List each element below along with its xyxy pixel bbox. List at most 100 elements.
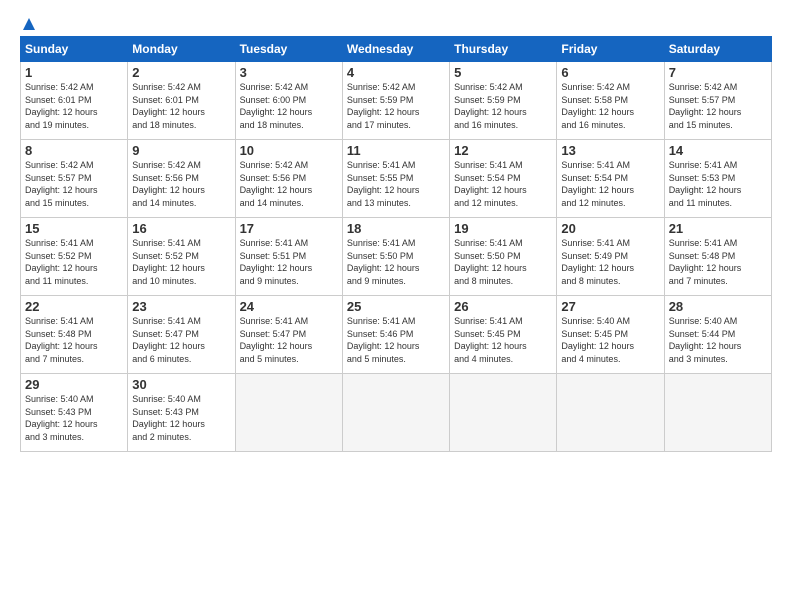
day-number: 13	[561, 143, 659, 158]
calendar-day: 26Sunrise: 5:41 AMSunset: 5:45 PMDayligh…	[450, 296, 557, 374]
calendar-week-row: 8Sunrise: 5:42 AMSunset: 5:57 PMDaylight…	[21, 140, 772, 218]
day-info: Sunrise: 5:42 AMSunset: 6:00 PMDaylight:…	[240, 81, 338, 131]
calendar-day: 2Sunrise: 5:42 AMSunset: 6:01 PMDaylight…	[128, 62, 235, 140]
calendar-page: SundayMondayTuesdayWednesdayThursdayFrid…	[0, 0, 792, 612]
day-number: 15	[25, 221, 123, 236]
day-info: Sunrise: 5:42 AMSunset: 5:56 PMDaylight:…	[132, 159, 230, 209]
day-number: 11	[347, 143, 445, 158]
day-number: 21	[669, 221, 767, 236]
day-info: Sunrise: 5:41 AMSunset: 5:45 PMDaylight:…	[454, 315, 552, 365]
calendar-day: 14Sunrise: 5:41 AMSunset: 5:53 PMDayligh…	[664, 140, 771, 218]
day-number: 29	[25, 377, 123, 392]
calendar-day: 23Sunrise: 5:41 AMSunset: 5:47 PMDayligh…	[128, 296, 235, 374]
calendar-day: 7Sunrise: 5:42 AMSunset: 5:57 PMDaylight…	[664, 62, 771, 140]
calendar-day: 18Sunrise: 5:41 AMSunset: 5:50 PMDayligh…	[342, 218, 449, 296]
calendar-table: SundayMondayTuesdayWednesdayThursdayFrid…	[20, 36, 772, 452]
day-number: 19	[454, 221, 552, 236]
day-number: 3	[240, 65, 338, 80]
day-number: 24	[240, 299, 338, 314]
calendar-day: 5Sunrise: 5:42 AMSunset: 5:59 PMDaylight…	[450, 62, 557, 140]
day-info: Sunrise: 5:41 AMSunset: 5:54 PMDaylight:…	[454, 159, 552, 209]
day-info: Sunrise: 5:41 AMSunset: 5:50 PMDaylight:…	[454, 237, 552, 287]
day-number: 20	[561, 221, 659, 236]
calendar-day: 28Sunrise: 5:40 AMSunset: 5:44 PMDayligh…	[664, 296, 771, 374]
calendar-day: 11Sunrise: 5:41 AMSunset: 5:55 PMDayligh…	[342, 140, 449, 218]
weekday-header: Tuesday	[235, 37, 342, 62]
day-number: 5	[454, 65, 552, 80]
calendar-day-empty	[450, 374, 557, 452]
weekday-header: Thursday	[450, 37, 557, 62]
calendar-day: 27Sunrise: 5:40 AMSunset: 5:45 PMDayligh…	[557, 296, 664, 374]
calendar-day: 3Sunrise: 5:42 AMSunset: 6:00 PMDaylight…	[235, 62, 342, 140]
calendar-day: 12Sunrise: 5:41 AMSunset: 5:54 PMDayligh…	[450, 140, 557, 218]
day-number: 12	[454, 143, 552, 158]
day-number: 1	[25, 65, 123, 80]
day-info: Sunrise: 5:40 AMSunset: 5:43 PMDaylight:…	[25, 393, 123, 443]
day-info: Sunrise: 5:42 AMSunset: 6:01 PMDaylight:…	[132, 81, 230, 131]
day-number: 7	[669, 65, 767, 80]
day-info: Sunrise: 5:42 AMSunset: 5:56 PMDaylight:…	[240, 159, 338, 209]
weekday-header: Wednesday	[342, 37, 449, 62]
calendar-day-empty	[664, 374, 771, 452]
calendar-day: 22Sunrise: 5:41 AMSunset: 5:48 PMDayligh…	[21, 296, 128, 374]
calendar-day: 30Sunrise: 5:40 AMSunset: 5:43 PMDayligh…	[128, 374, 235, 452]
calendar-day: 21Sunrise: 5:41 AMSunset: 5:48 PMDayligh…	[664, 218, 771, 296]
calendar-day: 16Sunrise: 5:41 AMSunset: 5:52 PMDayligh…	[128, 218, 235, 296]
day-info: Sunrise: 5:41 AMSunset: 5:46 PMDaylight:…	[347, 315, 445, 365]
calendar-day: 13Sunrise: 5:41 AMSunset: 5:54 PMDayligh…	[557, 140, 664, 218]
day-info: Sunrise: 5:40 AMSunset: 5:45 PMDaylight:…	[561, 315, 659, 365]
day-number: 22	[25, 299, 123, 314]
weekday-header: Friday	[557, 37, 664, 62]
day-info: Sunrise: 5:42 AMSunset: 5:58 PMDaylight:…	[561, 81, 659, 131]
day-info: Sunrise: 5:41 AMSunset: 5:48 PMDaylight:…	[25, 315, 123, 365]
day-number: 4	[347, 65, 445, 80]
calendar-day: 4Sunrise: 5:42 AMSunset: 5:59 PMDaylight…	[342, 62, 449, 140]
calendar-day: 25Sunrise: 5:41 AMSunset: 5:46 PMDayligh…	[342, 296, 449, 374]
calendar-day: 6Sunrise: 5:42 AMSunset: 5:58 PMDaylight…	[557, 62, 664, 140]
calendar-day: 10Sunrise: 5:42 AMSunset: 5:56 PMDayligh…	[235, 140, 342, 218]
day-number: 28	[669, 299, 767, 314]
day-info: Sunrise: 5:41 AMSunset: 5:50 PMDaylight:…	[347, 237, 445, 287]
day-info: Sunrise: 5:42 AMSunset: 5:59 PMDaylight:…	[347, 81, 445, 131]
day-number: 27	[561, 299, 659, 314]
day-number: 10	[240, 143, 338, 158]
day-number: 6	[561, 65, 659, 80]
weekday-header: Monday	[128, 37, 235, 62]
calendar-week-row: 29Sunrise: 5:40 AMSunset: 5:43 PMDayligh…	[21, 374, 772, 452]
calendar-day: 29Sunrise: 5:40 AMSunset: 5:43 PMDayligh…	[21, 374, 128, 452]
day-number: 17	[240, 221, 338, 236]
calendar-week-row: 15 Sunrise: 5:41 AMSunset: 5:52 PMDayligh…	[21, 218, 772, 296]
calendar-day-empty	[342, 374, 449, 452]
day-info: Sunrise: 5:42 AMSunset: 5:57 PMDaylight:…	[669, 81, 767, 131]
day-info: Sunrise: 5:41 AMSunset: 5:52 PMDaylight:…	[132, 237, 230, 287]
day-info: Sunrise: 5:41 AMSunset: 5:53 PMDaylight:…	[669, 159, 767, 209]
day-number: 23	[132, 299, 230, 314]
day-number: 18	[347, 221, 445, 236]
calendar-day: 8Sunrise: 5:42 AMSunset: 5:57 PMDaylight…	[21, 140, 128, 218]
day-info: Sunrise: 5:42 AMSunset: 5:59 PMDaylight:…	[454, 81, 552, 131]
calendar-day-empty	[557, 374, 664, 452]
day-number: 30	[132, 377, 230, 392]
day-info: Sunrise: 5:41 AMSunset: 5:47 PMDaylight:…	[240, 315, 338, 365]
day-info: Sunrise: 5:41 AMSunset: 5:51 PMDaylight:…	[240, 237, 338, 287]
day-info: Sunrise: 5:41 AMSunset: 5:48 PMDaylight:…	[669, 237, 767, 287]
day-number: 2	[132, 65, 230, 80]
calendar-week-row: 1 Sunrise: 5:42 AMSunset: 6:01 PMDaylight…	[21, 62, 772, 140]
logo-icon	[21, 16, 37, 32]
calendar-day: 15Sunrise: 5:41 AMSunset: 5:52 PMDayligh…	[21, 218, 128, 296]
day-info: Sunrise: 5:41 AMSunset: 5:49 PMDaylight:…	[561, 237, 659, 287]
day-info: Sunrise: 5:41 AMSunset: 5:54 PMDaylight:…	[561, 159, 659, 209]
calendar-day: 17Sunrise: 5:41 AMSunset: 5:51 PMDayligh…	[235, 218, 342, 296]
day-number: 25	[347, 299, 445, 314]
day-number: 14	[669, 143, 767, 158]
day-number: 26	[454, 299, 552, 314]
day-number: 9	[132, 143, 230, 158]
logo	[20, 16, 38, 28]
day-number: 16	[132, 221, 230, 236]
calendar-day: 20Sunrise: 5:41 AMSunset: 5:49 PMDayligh…	[557, 218, 664, 296]
weekday-header: Sunday	[21, 37, 128, 62]
calendar-day: 9Sunrise: 5:42 AMSunset: 5:56 PMDaylight…	[128, 140, 235, 218]
weekday-header: Saturday	[664, 37, 771, 62]
calendar-day: 24Sunrise: 5:41 AMSunset: 5:47 PMDayligh…	[235, 296, 342, 374]
day-info: Sunrise: 5:40 AMSunset: 5:43 PMDaylight:…	[132, 393, 230, 443]
